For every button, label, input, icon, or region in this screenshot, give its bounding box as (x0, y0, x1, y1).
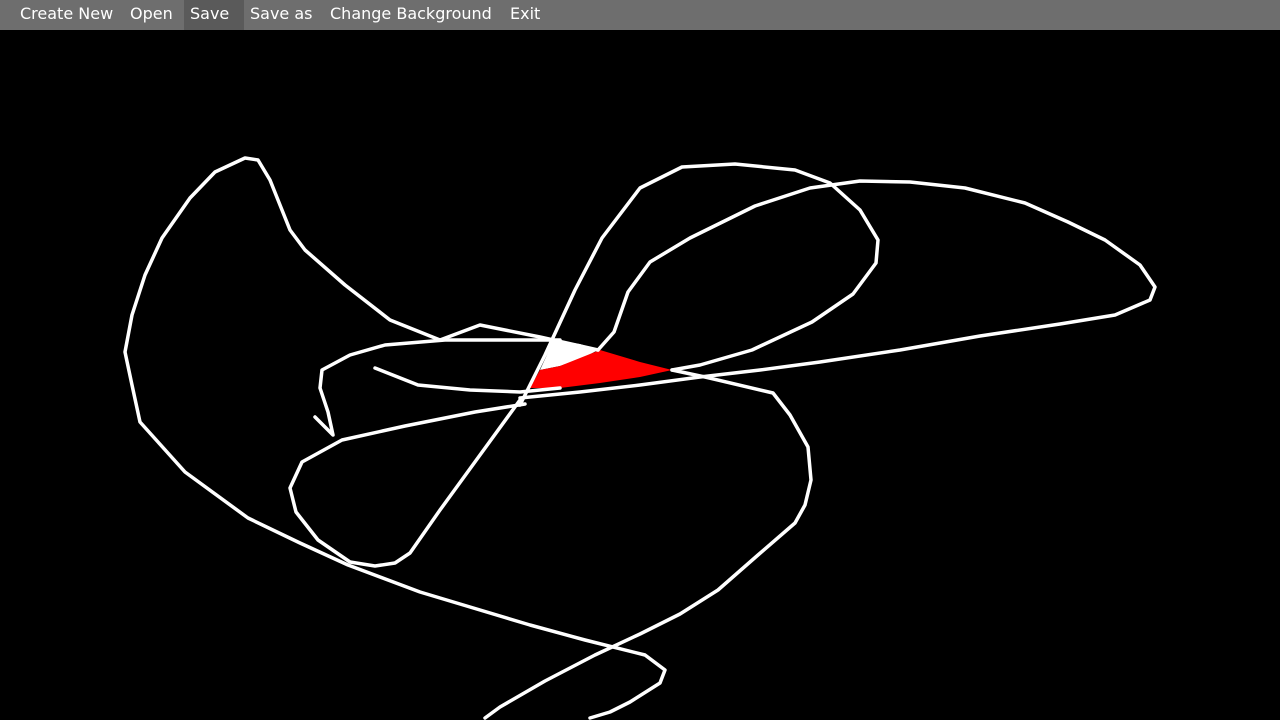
menu-create-new[interactable]: Create New (13, 0, 126, 30)
menu-change-background[interactable]: Change Background (324, 0, 498, 30)
menu-save[interactable]: Save (184, 0, 244, 30)
menu-exit[interactable]: Exit (498, 0, 554, 30)
canvas-drawing[interactable] (0, 0, 1280, 720)
drawing-canvas[interactable] (0, 30, 1280, 720)
stroke-bottom-right-loop (483, 368, 813, 720)
menu-open[interactable]: Open (126, 0, 184, 30)
drawing-app-window: Create New Open Save Save as Change Back… (0, 0, 1280, 720)
menu-save-as[interactable]: Save as (244, 0, 324, 30)
menu-bar: Create New Open Save Save as Change Back… (0, 0, 1280, 30)
freehand-strokes (123, 156, 1157, 720)
stroke-left-loop (123, 156, 667, 720)
